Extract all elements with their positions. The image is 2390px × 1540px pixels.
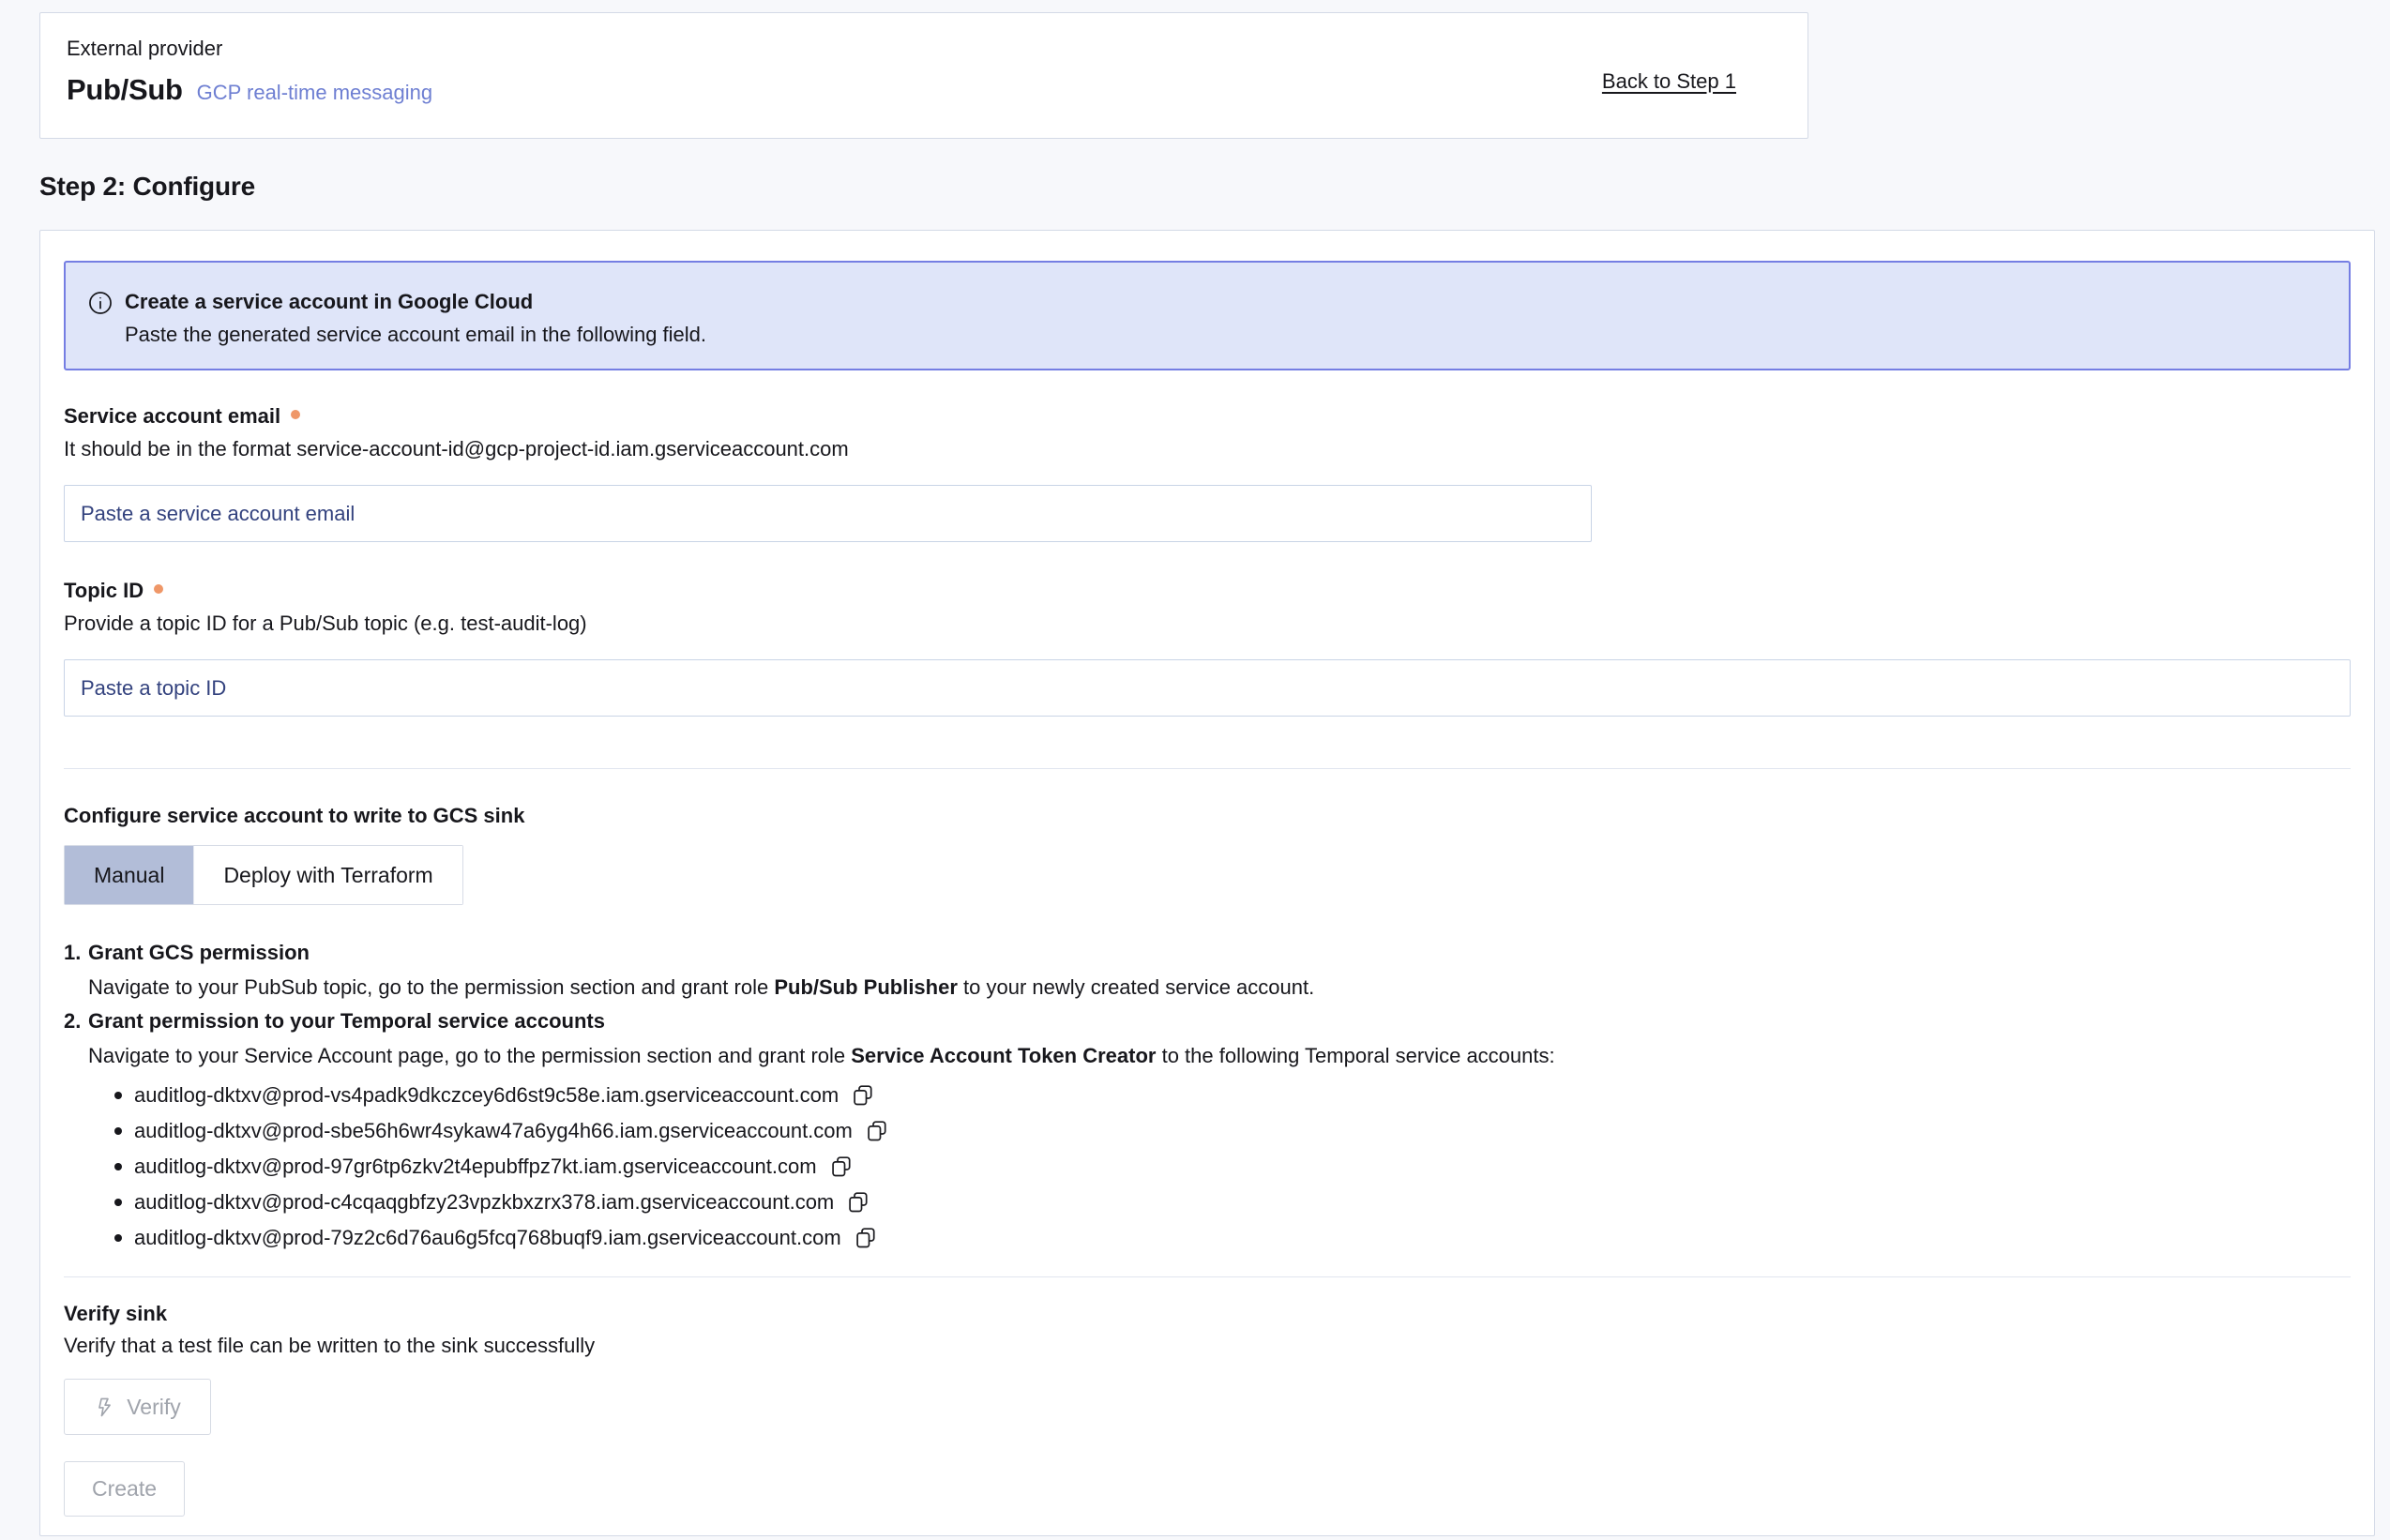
service-account-list: auditlog-dktxv@prod-vs4padk9dkczcey6d6st… <box>64 1078 2351 1256</box>
service-account-email-input[interactable] <box>64 485 1592 542</box>
topic-id-helper: Provide a topic ID for a Pub/Sub topic (… <box>64 611 2351 636</box>
service-account-email-helper: It should be in the format service-accou… <box>64 437 2351 461</box>
bullet-dot <box>114 1199 122 1206</box>
step-title: Grant GCS permission <box>88 941 310 965</box>
provider-name: Pub/Sub <box>67 73 183 107</box>
section-divider <box>64 1276 2351 1277</box>
copy-icon[interactable] <box>852 1083 874 1108</box>
info-banner-title: Create a service account in Google Cloud <box>125 290 706 314</box>
topic-id-label-row: Topic ID <box>64 579 2351 603</box>
page-title: Step 2: Configure <box>39 172 255 202</box>
verify-sink-heading: Verify sink <box>64 1302 2351 1326</box>
configure-card: Create a service account in Google Cloud… <box>39 230 2375 1536</box>
info-icon <box>88 291 113 321</box>
copy-icon[interactable] <box>830 1155 853 1179</box>
configure-tabs: Manual Deploy with Terraform <box>64 845 463 905</box>
required-indicator-dot <box>154 584 163 594</box>
tab-manual[interactable]: Manual <box>65 846 193 904</box>
step-body: Navigate to your PubSub topic, go to the… <box>88 975 2351 1000</box>
external-provider-card: External provider Pub/Sub GCP real-time … <box>39 12 1808 139</box>
topic-id-input[interactable] <box>64 659 2351 717</box>
service-account-row: auditlog-dktxv@prod-79z2c6d76au6g5fcq768… <box>64 1220 2351 1256</box>
external-provider-label: External provider <box>67 37 1781 61</box>
bullet-dot <box>114 1234 122 1242</box>
service-account-row: auditlog-dktxv@prod-97gr6tp6zkv2t4epubff… <box>64 1149 2351 1185</box>
service-account-email-label-row: Service account email <box>64 404 2351 429</box>
service-account-row: auditlog-dktxv@prod-sbe56h6wr4sykaw47a6y… <box>64 1113 2351 1149</box>
bullet-dot <box>114 1163 122 1170</box>
copy-icon[interactable] <box>855 1226 877 1250</box>
copy-icon[interactable] <box>847 1190 870 1215</box>
service-account-row: auditlog-dktxv@prod-c4cqaqgbfzy23vpzkbxz… <box>64 1185 2351 1220</box>
back-to-step-1-link[interactable]: Back to Step 1 <box>1602 69 1736 94</box>
bullet-dot <box>114 1127 122 1135</box>
info-banner-description: Paste the generated service account emai… <box>125 323 706 347</box>
step-number: 1. <box>64 941 88 965</box>
provider-subtitle: GCP real-time messaging <box>197 81 432 105</box>
step-grant-gcs-permission: 1. Grant GCS permission Navigate to your… <box>64 941 2351 1000</box>
step-number: 2. <box>64 1009 88 1034</box>
topic-id-label: Topic ID <box>64 579 144 603</box>
configure-section-heading: Configure service account to write to GC… <box>64 804 2351 828</box>
step-body: Navigate to your Service Account page, g… <box>88 1044 2351 1068</box>
manual-steps: 1. Grant GCS permission Navigate to your… <box>64 941 2351 1068</box>
tab-deploy-with-terraform[interactable]: Deploy with Terraform <box>193 846 461 904</box>
service-account-email: auditlog-dktxv@prod-79z2c6d76au6g5fcq768… <box>134 1226 841 1250</box>
verify-button[interactable]: Verify <box>64 1379 211 1435</box>
info-banner: Create a service account in Google Cloud… <box>64 261 2351 370</box>
verify-button-label: Verify <box>127 1395 181 1420</box>
step-grant-temporal-permission: 2. Grant permission to your Temporal ser… <box>64 1009 2351 1068</box>
service-account-email: auditlog-dktxv@prod-c4cqaqgbfzy23vpzkbxz… <box>134 1190 834 1215</box>
copy-icon[interactable] <box>866 1119 888 1143</box>
provider-name-row: Pub/Sub GCP real-time messaging <box>67 73 1781 107</box>
service-account-email: auditlog-dktxv@prod-vs4padk9dkczcey6d6st… <box>134 1083 839 1108</box>
create-button-label: Create <box>92 1476 157 1502</box>
create-button[interactable]: Create <box>64 1461 185 1517</box>
service-account-email: auditlog-dktxv@prod-sbe56h6wr4sykaw47a6y… <box>134 1119 853 1143</box>
info-banner-text: Create a service account in Google Cloud… <box>125 290 706 347</box>
service-account-row: auditlog-dktxv@prod-vs4padk9dkczcey6d6st… <box>64 1078 2351 1113</box>
section-divider <box>64 768 2351 769</box>
bullet-dot <box>114 1092 122 1099</box>
service-account-email-label: Service account email <box>64 404 280 429</box>
step-title: Grant permission to your Temporal servic… <box>88 1009 605 1034</box>
lightning-bolt-icon <box>94 1397 115 1418</box>
verify-sink-description: Verify that a test file can be written t… <box>64 1334 2351 1358</box>
required-indicator-dot <box>291 410 300 419</box>
service-account-email: auditlog-dktxv@prod-97gr6tp6zkv2t4epubff… <box>134 1155 817 1179</box>
